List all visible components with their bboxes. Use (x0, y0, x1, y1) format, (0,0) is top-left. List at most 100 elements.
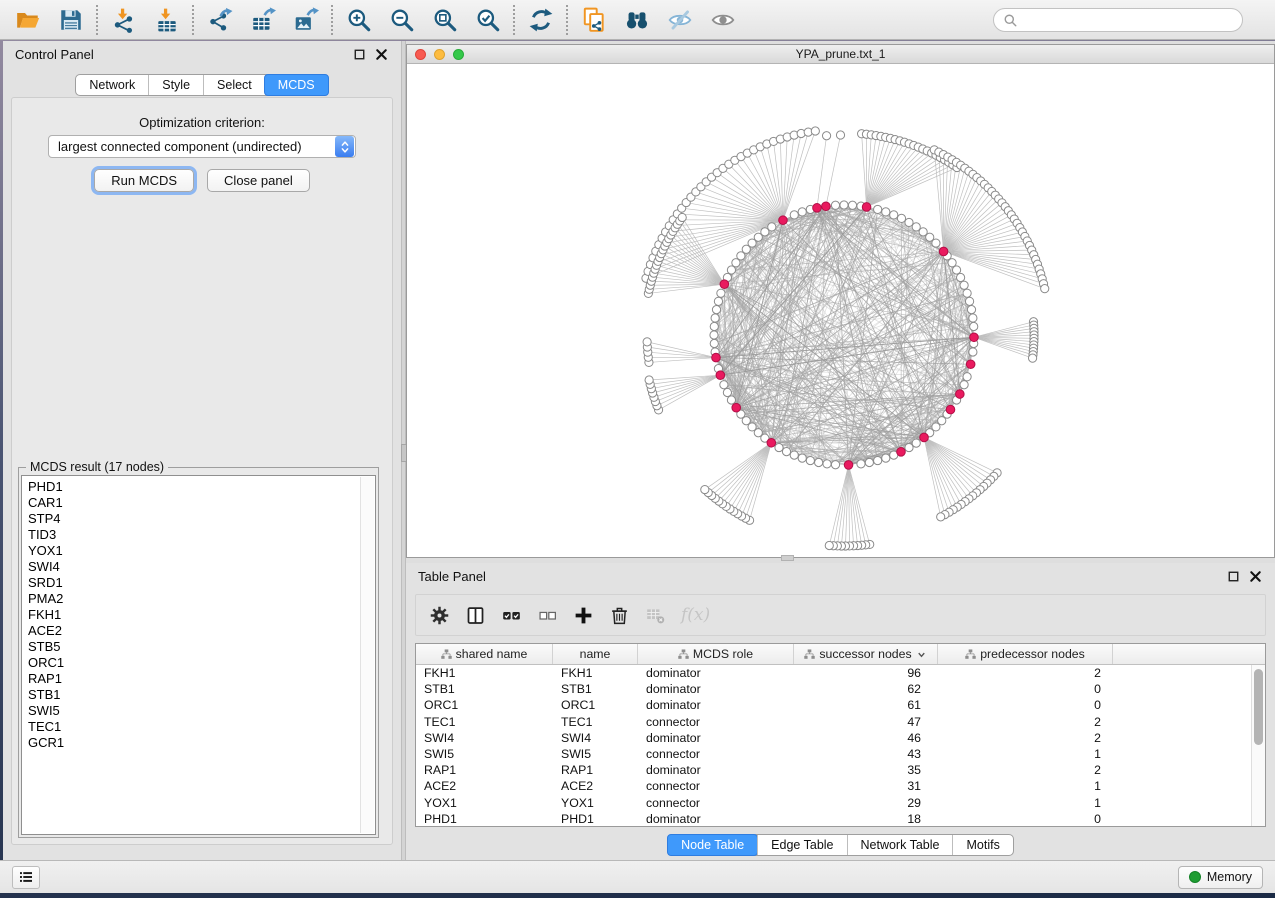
tab-edge-table[interactable]: Edge Table (757, 835, 846, 855)
mcds-result-item[interactable]: TEC1 (22, 719, 375, 735)
mcds-result-item[interactable]: STP4 (22, 511, 375, 527)
tab-network-table[interactable]: Network Table (847, 835, 953, 855)
mcds-result-item[interactable]: CAR1 (22, 495, 375, 511)
table-row[interactable]: SWI5SWI5connector431 (416, 746, 1252, 762)
function-builder-button[interactable]: f(x) (681, 605, 710, 625)
check-pair-icon (501, 605, 522, 626)
binoculars-icon (624, 7, 650, 33)
import-table-button[interactable] (145, 3, 188, 37)
column-header-predecessor-nodes[interactable]: predecessor nodes (938, 644, 1113, 664)
export-table-icon (250, 7, 276, 33)
result-list-scrollbar[interactable] (360, 477, 374, 833)
import-network-button[interactable] (102, 3, 145, 37)
task-history-button[interactable] (12, 866, 40, 889)
search-input[interactable] (1022, 12, 1233, 28)
float-panel-button[interactable] (352, 47, 367, 62)
mcds-result-item[interactable]: GCR1 (22, 735, 375, 751)
table-scrollbar[interactable] (1251, 665, 1265, 826)
export-image-button[interactable] (284, 3, 327, 37)
binoculars-button[interactable] (615, 3, 658, 37)
column-header-successor-nodes[interactable]: successor nodes (794, 644, 938, 664)
delete-table-button[interactable] (645, 605, 666, 626)
tab-mcds[interactable]: MCDS (264, 74, 329, 96)
column-header-MCDS-role[interactable]: MCDS role (638, 644, 794, 664)
mcds-result-item[interactable]: FKH1 (22, 607, 375, 623)
tab-style[interactable]: Style (148, 75, 203, 95)
table-cell: TEC1 (416, 715, 553, 729)
table-row[interactable]: STB1STB1dominator620 (416, 681, 1252, 697)
criterion-select[interactable]: largest connected component (undirected) (48, 135, 356, 158)
column-header-shared-name[interactable]: shared name (416, 644, 553, 664)
close-panel-button[interactable] (374, 47, 389, 62)
eye-shown-button[interactable] (701, 3, 744, 37)
clone-network-icon (581, 7, 607, 33)
search-field[interactable] (993, 8, 1243, 32)
table-cell: dominator (638, 682, 794, 696)
mcds-result-item[interactable]: STB5 (22, 639, 375, 655)
mcds-result-item[interactable]: PMA2 (22, 591, 375, 607)
deselect-all-rows-button[interactable] (537, 605, 558, 626)
select-stepper-icon (335, 136, 354, 157)
table-cell: SWI5 (553, 747, 638, 761)
eye-hidden-button[interactable] (658, 3, 701, 37)
table-cell: PHD1 (553, 812, 638, 826)
mcds-result-item[interactable]: STB1 (22, 687, 375, 703)
mcds-result-list[interactable]: PHD1CAR1STP4TID3YOX1SWI4SRD1PMA2FKH1ACE2… (21, 475, 376, 835)
mcds-result-item[interactable]: ORC1 (22, 655, 375, 671)
table-row[interactable]: ORC1ORC1dominator610 (416, 697, 1252, 713)
save-session-button[interactable] (49, 3, 92, 37)
tab-motifs[interactable]: Motifs (952, 835, 1012, 855)
table-row[interactable]: SWI4SWI4dominator462 (416, 730, 1252, 746)
tab-select[interactable]: Select (203, 75, 265, 95)
clone-network-button[interactable] (572, 3, 615, 37)
mcds-result-item[interactable]: SWI4 (22, 559, 375, 575)
table-row[interactable]: TEC1TEC1connector472 (416, 714, 1252, 730)
mcds-result-item[interactable]: RAP1 (22, 671, 375, 687)
column-header-name[interactable]: name (553, 644, 638, 664)
open-file-button[interactable] (6, 3, 49, 37)
export-network-button[interactable] (198, 3, 241, 37)
plus-icon (573, 605, 594, 626)
refresh-view-button[interactable] (519, 3, 562, 37)
tab-node-table[interactable]: Node Table (667, 834, 758, 856)
toolbar-separator (96, 5, 98, 35)
table-row[interactable]: PHD1PHD1dominator180 (416, 811, 1252, 826)
panel-divider-horizontal[interactable] (781, 555, 794, 561)
float-table-panel-button[interactable] (1226, 569, 1241, 584)
zoom-out-button[interactable] (380, 3, 423, 37)
memory-button[interactable]: Memory (1178, 866, 1263, 889)
network-window-titlebar[interactable]: YPA_prune.txt_1 (407, 45, 1274, 64)
delete-columns-button[interactable] (609, 605, 630, 626)
show-columns-button[interactable] (465, 605, 486, 626)
open-file-icon (15, 7, 41, 33)
eye-shown-icon (710, 7, 736, 33)
table-row[interactable]: YOX1YOX1connector291 (416, 795, 1252, 811)
table-row[interactable]: FKH1FKH1dominator962 (416, 665, 1252, 681)
mcds-result-item[interactable]: PHD1 (22, 479, 375, 495)
mcds-result-item[interactable]: SWI5 (22, 703, 375, 719)
mcds-result-item[interactable]: SRD1 (22, 575, 375, 591)
close-icon (1248, 569, 1263, 584)
select-all-rows-button[interactable] (501, 605, 522, 626)
run-mcds-button[interactable]: Run MCDS (94, 169, 194, 192)
close-table-panel-button[interactable] (1248, 569, 1263, 584)
mcds-result-item[interactable]: TID3 (22, 527, 375, 543)
network-canvas[interactable] (407, 64, 1274, 558)
table-cell: 0 (938, 682, 1113, 696)
table-mode-button[interactable] (429, 605, 450, 626)
export-table-button[interactable] (241, 3, 284, 37)
close-panel-action-button[interactable]: Close panel (207, 169, 310, 192)
mcds-result-item[interactable]: ACE2 (22, 623, 375, 639)
table-row[interactable]: RAP1RAP1dominator352 (416, 762, 1252, 778)
tab-network[interactable]: Network (76, 75, 148, 95)
table-row[interactable]: ACE2ACE2connector311 (416, 778, 1252, 794)
zoom-fit-button[interactable] (423, 3, 466, 37)
table-cell: ORC1 (416, 698, 553, 712)
zoom-in-button[interactable] (337, 3, 380, 37)
table-cell: 0 (938, 812, 1113, 826)
create-column-button[interactable] (573, 605, 594, 626)
table-cell: dominator (638, 731, 794, 745)
scrollbar-thumb[interactable] (1254, 669, 1263, 745)
zoom-selected-button[interactable] (466, 3, 509, 37)
mcds-result-item[interactable]: YOX1 (22, 543, 375, 559)
